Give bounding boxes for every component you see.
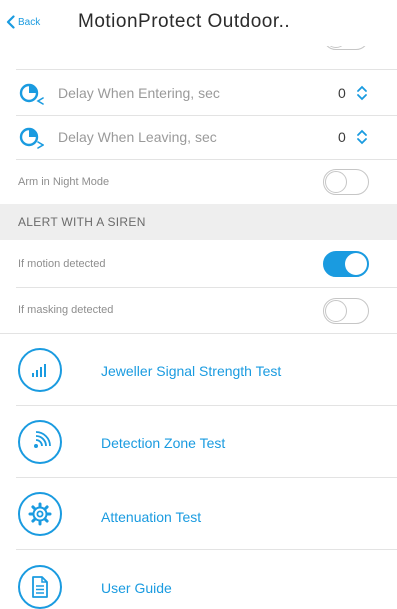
siren-motion-row: If motion detected [0, 240, 397, 288]
signal-strength-test-label: Jeweller Signal Strength Test [101, 363, 282, 379]
siren-masking-row: If masking detected [0, 288, 397, 334]
night-mode-label: Arm in Night Mode [18, 176, 110, 188]
night-mode-toggle[interactable] [323, 169, 369, 195]
siren-masking-label: If masking detected [18, 304, 114, 316]
detection-zone-test-label: Detection Zone Test [101, 435, 226, 451]
delay-entering-value: 0 [338, 85, 346, 101]
timer-leave-icon [19, 127, 44, 149]
gear-icon [18, 492, 62, 536]
back-button[interactable]: Back [6, 13, 40, 31]
stepper-icon[interactable] [356, 85, 368, 101]
back-label: Back [18, 16, 41, 28]
signal-bars-icon [18, 348, 62, 392]
top-navigation-bar: Back MotionProtect Outdoor.. [0, 0, 397, 46]
signal-strength-test-row[interactable]: Jeweller Signal Strength Test [0, 334, 397, 406]
siren-masking-toggle[interactable] [323, 298, 369, 324]
night-mode-row: Arm in Night Mode [0, 160, 397, 204]
user-guide-row[interactable]: User Guide [0, 550, 397, 609]
timer-enter-icon [19, 83, 44, 105]
delay-entering-label: Delay When Entering, sec [58, 85, 220, 101]
attenuation-test-row[interactable]: Attenuation Test [0, 478, 397, 550]
delay-leaving-row[interactable]: Delay When Leaving, sec 0 [0, 116, 397, 160]
attenuation-test-label: Attenuation Test [101, 509, 202, 525]
detection-zone-test-row[interactable]: Detection Zone Test [0, 406, 397, 478]
delay-entering-row[interactable]: Delay When Entering, sec 0 [0, 70, 397, 116]
siren-motion-label: If motion detected [18, 258, 106, 270]
section-header-siren: ALERT WITH A SIREN [0, 204, 397, 240]
page-title: MotionProtect Outdoor.. [78, 11, 291, 32]
detection-waves-icon [18, 420, 62, 464]
chevron-left-icon [6, 15, 15, 29]
document-icon [18, 565, 62, 609]
stepper-icon[interactable] [356, 129, 368, 145]
siren-motion-toggle[interactable] [323, 251, 369, 277]
section-title: ALERT WITH A SIREN [18, 215, 146, 229]
user-guide-label: User Guide [101, 580, 172, 596]
delay-leaving-value: 0 [338, 129, 346, 145]
delay-leaving-label: Delay When Leaving, sec [58, 129, 217, 145]
